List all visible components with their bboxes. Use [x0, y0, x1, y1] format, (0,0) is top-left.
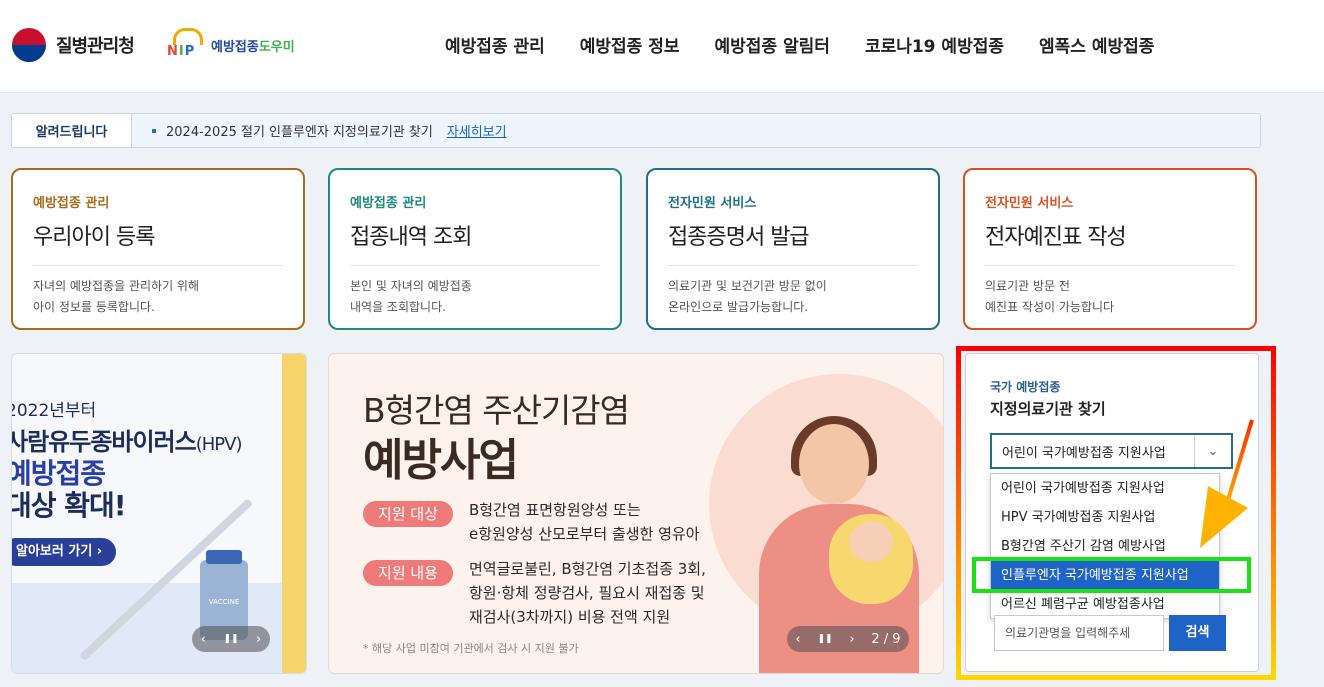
card-title: 접종내역 조회	[350, 219, 600, 266]
nip-name: 예방접종도우미	[211, 39, 295, 55]
card-description: 본인 및 자녀의 예방접종 내역을 조회합니다.	[350, 279, 472, 314]
next-icon[interactable]: ›	[256, 632, 261, 647]
nav-vaccination-notice[interactable]: 예방접종 알림터	[715, 32, 830, 57]
kdca-logo[interactable]: 질병관리청	[12, 28, 135, 62]
prev-icon[interactable]: ‹	[795, 632, 800, 647]
pause-icon[interactable]: ❚❚	[817, 634, 832, 644]
pointer-arrow-icon	[1200, 419, 1254, 548]
option-child-program[interactable]: 어린이 국가예방접종 지원사업	[991, 474, 1219, 503]
taegeuk-icon	[12, 28, 46, 62]
bullet-icon	[152, 128, 156, 133]
option-hpv-program[interactable]: HPV 국가예방접종 지원사업	[991, 503, 1219, 532]
card-description: 의료기관 및 보건기관 방문 없이 온라인으로 발급가능합니다.	[668, 279, 827, 314]
carousel-controls: ‹ ❚❚ ›	[192, 626, 270, 652]
program-select-value: 어린이 국가예방접종 지원사업	[1002, 445, 1166, 461]
card-title: 접종증명서 발급	[668, 219, 918, 266]
highlight-box	[972, 557, 1251, 593]
nip-logo[interactable]: NIP 예방접종도우미	[165, 28, 295, 62]
card-description: 자녀의 예방접종을 관리하기 위해 아이 정보를 등록합니다.	[33, 279, 200, 314]
finder-subtitle: 국가 예방접종	[990, 380, 1061, 394]
card-category: 전자민원 서비스	[668, 196, 757, 211]
slide-counter: 2 / 9	[871, 631, 901, 647]
banner-line: 대상 확대!	[11, 489, 127, 522]
banner-line: 2022년부터	[11, 401, 97, 421]
notice-text[interactable]: 2024-2025 절기 인플루엔자 지정의료기관 찾기	[166, 121, 433, 140]
card-category: 예방접종 관리	[350, 196, 427, 211]
card-title: 우리아이 등록	[33, 219, 283, 266]
card-description: 의료기관 방문 전 예진표 작성이 가능합니다	[985, 279, 1115, 314]
hepb-banner[interactable]: B형간염 주산기감염 예방사업 지원 대상 B형간염 표면항원양성 또는 e항원양…	[328, 353, 944, 674]
program-dropdown: 어린이 국가예방접종 지원사업 HPV 국가예방접종 지원사업 B형간염 주산기…	[990, 473, 1220, 619]
card-child-registration[interactable]: 예방접종 관리 우리아이 등록 자녀의 예방접종을 관리하기 위해 아이 정보를 …	[11, 168, 305, 330]
notice-label: 알려드립니다	[12, 114, 132, 147]
header: 질병관리청 NIP 예방접종도우미 예방접종 관리 예방접종 정보 예방접종 알…	[0, 0, 1324, 93]
learn-more-button[interactable]: 알아보러 가기 ›	[12, 538, 117, 566]
card-certificate-issue[interactable]: 전자민원 서비스 접종증명서 발급 의료기관 및 보건기관 방문 없이 온라인으로…	[646, 168, 940, 330]
notice-detail-link[interactable]: 자세히보기	[447, 121, 507, 140]
banner-footnote: * 해당 사업 미참여 기관에서 검사 시 지원 불가	[363, 642, 579, 655]
main-nav: 예방접종 관리 예방접종 정보 예방접종 알림터 코로나19 예방접종 엠폭스 …	[445, 32, 1154, 57]
support-content-tag: 지원 내용	[363, 560, 453, 586]
pause-icon[interactable]: ❚❚	[223, 634, 238, 644]
nav-covid19[interactable]: 코로나19 예방접종	[865, 32, 1004, 57]
brand-name: 질병관리청	[56, 36, 135, 57]
nav-vaccination-management[interactable]: 예방접종 관리	[445, 32, 545, 57]
card-history-lookup[interactable]: 예방접종 관리 접종내역 조회 본인 및 자녀의 예방접종 내역을 조회합니다.	[328, 168, 622, 330]
hpv-banner[interactable]: 2022년부터 사람유두종바이러스(HPV) 예방접종 대상 확대! 알아보러 …	[11, 353, 307, 674]
prev-icon[interactable]: ‹	[201, 632, 206, 647]
finder-title: 지정의료기관 찾기	[990, 400, 1106, 418]
nav-vaccination-info[interactable]: 예방접종 정보	[580, 32, 680, 57]
vial-label: VACCINE	[208, 598, 240, 606]
program-select[interactable]: 어린이 국가예방접종 지원사업 ⌄	[990, 433, 1233, 469]
support-content-text: 면역글로불린, B형간염 기초접종 3회, 항원·항체 정량검사, 필요시 재접종…	[469, 560, 706, 626]
banner-title-strong: 예방사업	[363, 435, 519, 486]
nav-mpox[interactable]: 엠폭스 예방접종	[1039, 32, 1154, 57]
card-pre-exam-form[interactable]: 전자민원 서비스 전자예진표 작성 의료기관 방문 전 예진표 작성이 가능합니다	[963, 168, 1257, 330]
nip-sun-icon: NIP	[165, 28, 205, 62]
carousel-controls: ‹ ❚❚ › 2 / 9	[787, 626, 909, 652]
card-category: 예방접종 관리	[33, 196, 110, 211]
support-target-tag: 지원 대상	[363, 501, 453, 527]
card-category: 전자민원 서비스	[985, 196, 1074, 211]
clinic-search-input[interactable]: 의료기관명을 입력해주세	[994, 615, 1164, 651]
support-target-text: B형간염 표면항원양성 또는 e항원양성 산모로부터 출생한 영유아	[469, 501, 700, 543]
search-button[interactable]: 검색	[1169, 615, 1226, 651]
card-title: 전자예진표 작성	[985, 219, 1235, 266]
next-icon[interactable]: ›	[849, 632, 854, 647]
notice-bar: 알려드립니다 2024-2025 절기 인플루엔자 지정의료기관 찾기 자세히보…	[11, 113, 1261, 148]
